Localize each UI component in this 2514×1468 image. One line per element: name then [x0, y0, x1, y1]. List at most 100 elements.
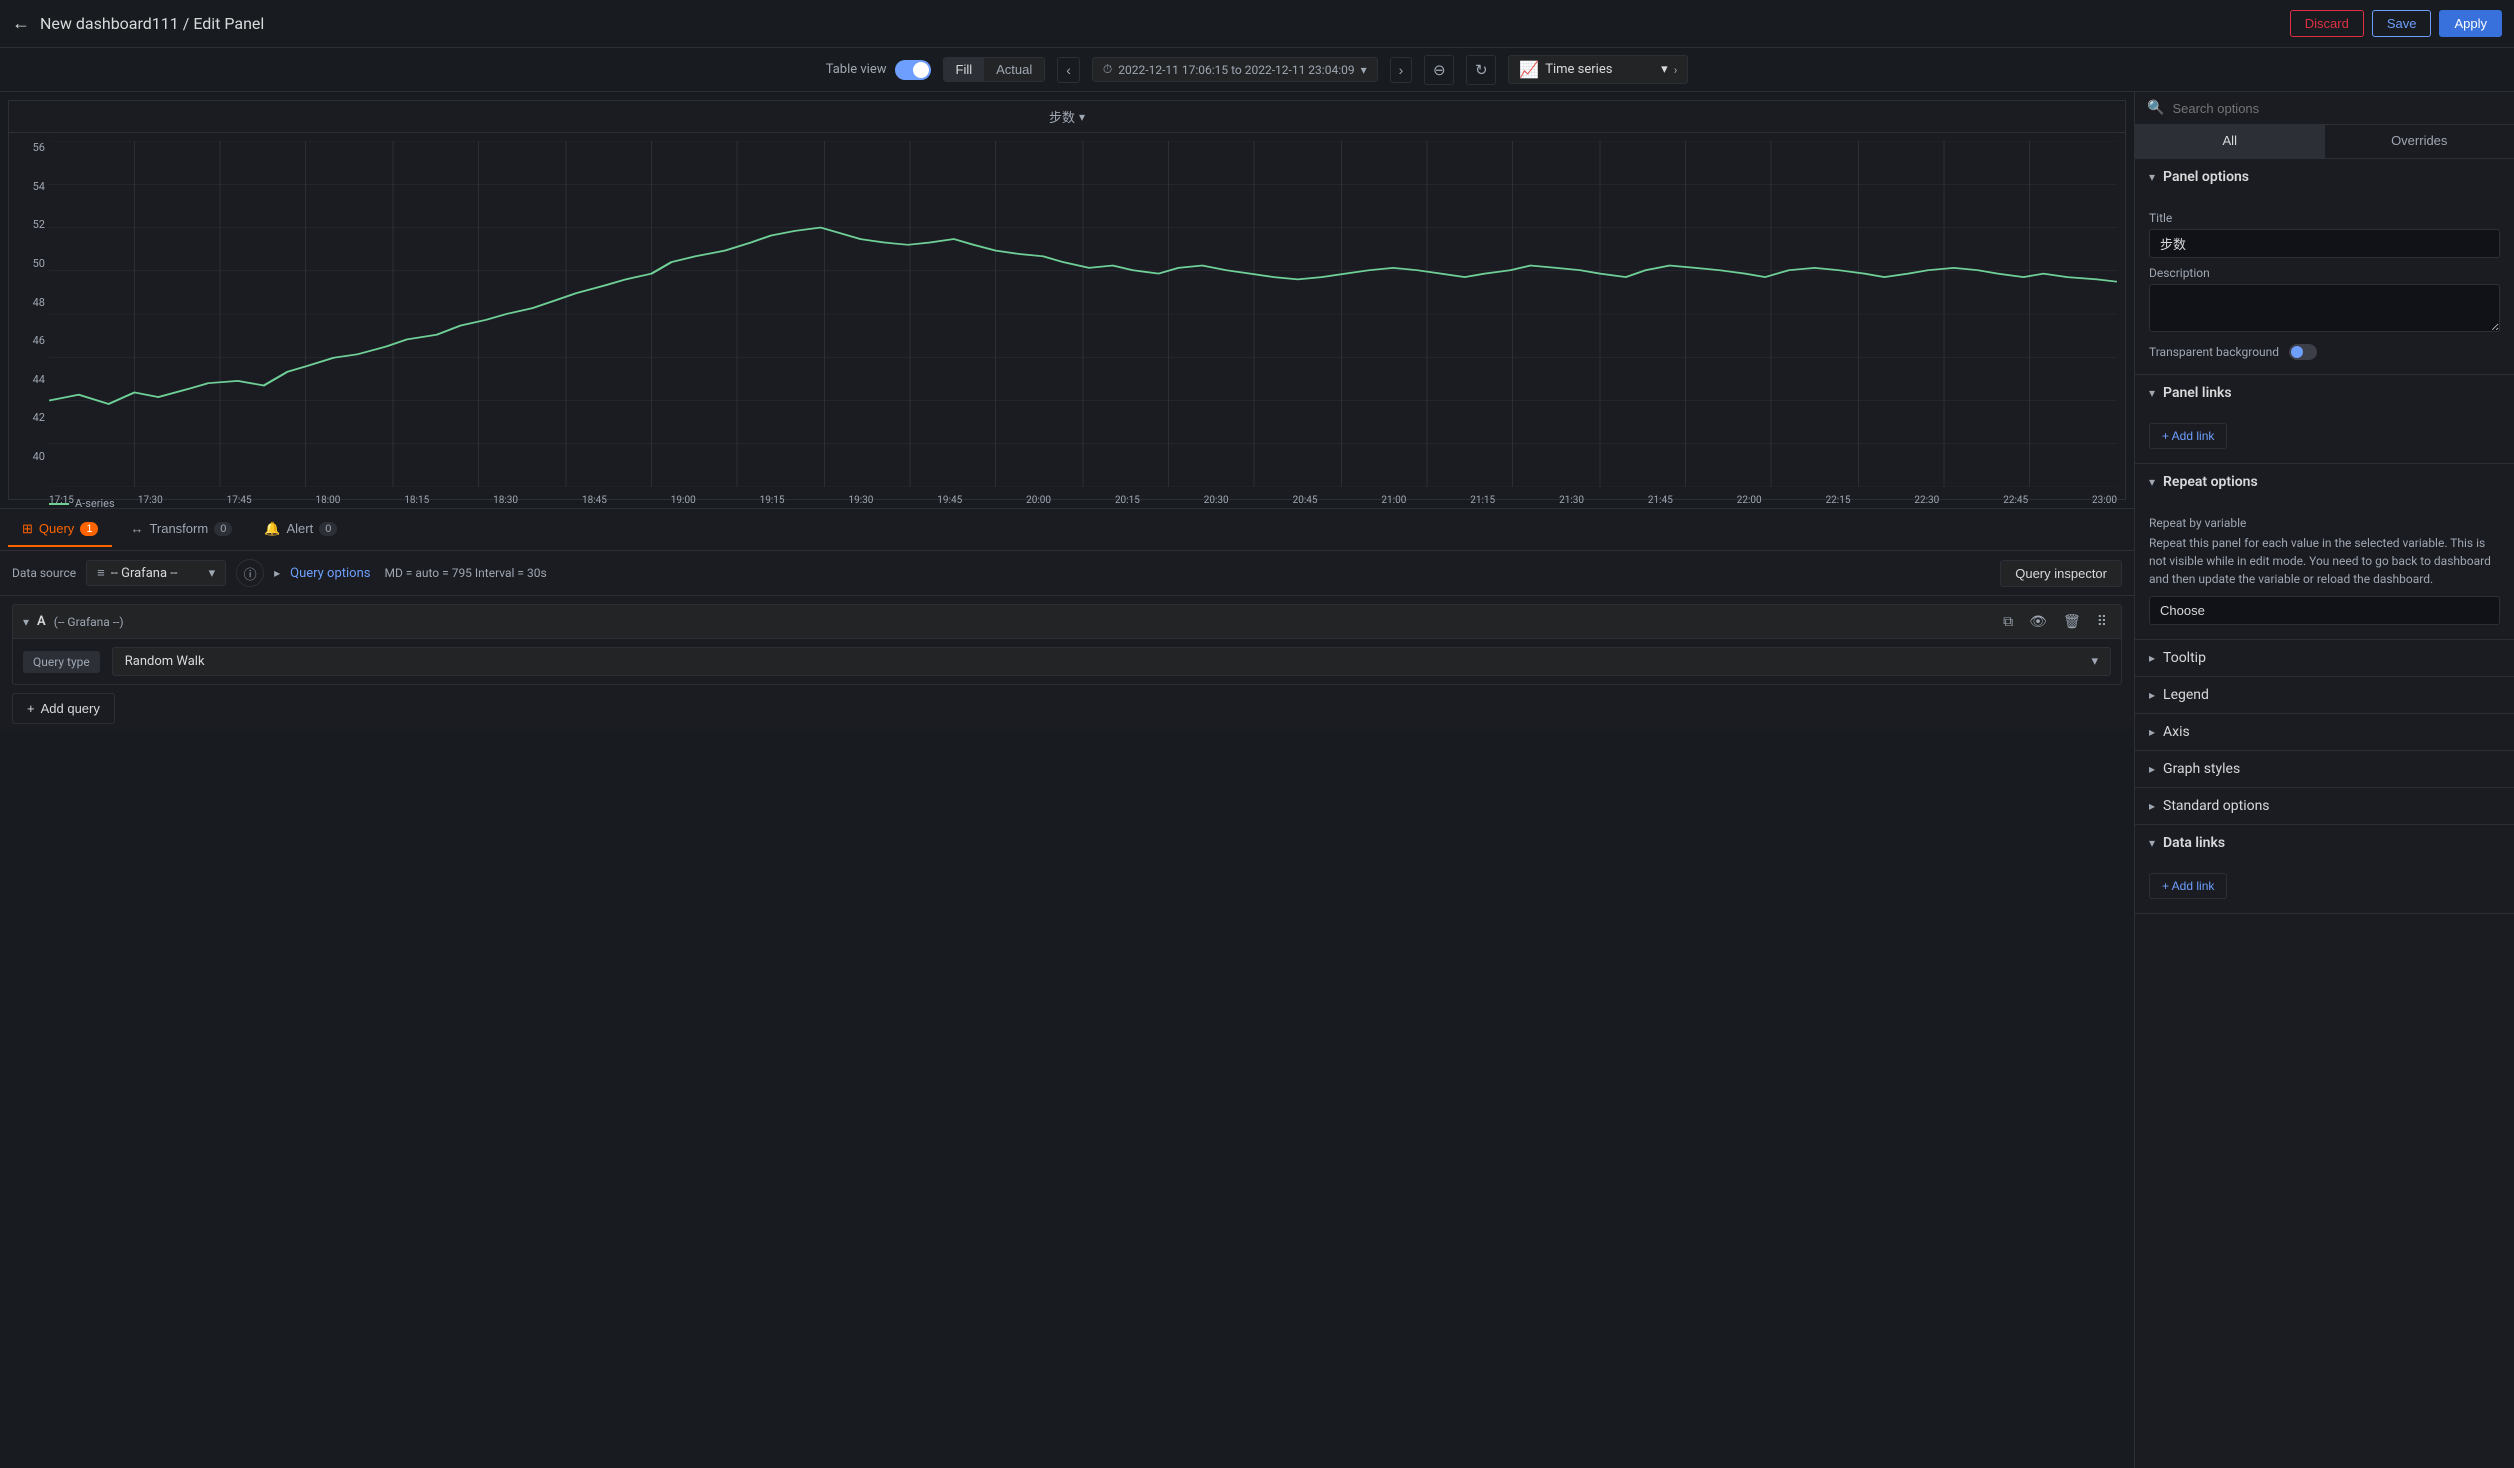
title-input[interactable] [2149, 229, 2500, 258]
fill-button[interactable]: Fill [944, 58, 985, 81]
drag-query-button[interactable]: ⠿ [2093, 611, 2111, 632]
tab-overrides[interactable]: Overrides [2325, 125, 2514, 158]
graph-styles-title: Graph styles [2163, 761, 2240, 777]
add-data-link-button[interactable]: + Add link [2149, 873, 2227, 899]
tab-all[interactable]: All [2135, 125, 2325, 158]
discard-button[interactable]: Discard [2290, 10, 2364, 37]
vis-chevron: ▾ [1661, 62, 1668, 77]
panel-all-overrides-tabs: All Overrides [2135, 125, 2514, 159]
save-button[interactable]: Save [2372, 10, 2432, 37]
refresh-button[interactable]: ↻ [1466, 55, 1496, 85]
data-links-chevron [2149, 836, 2155, 850]
delete-query-button[interactable]: 🗑 [2059, 611, 2085, 632]
repeat-by-label: Repeat by variable [2149, 516, 2500, 530]
datasource-info-button[interactable]: ⓘ [236, 559, 264, 587]
topbar-actions: Discard Save Apply [2290, 10, 2502, 37]
zoom-out-button[interactable]: ⊖ [1424, 55, 1454, 85]
panel-title-bar: 步数 ▾ [9, 101, 2125, 133]
standard-options-title: Standard options [2163, 798, 2270, 814]
tab-alert[interactable]: 🔔 Alert 0 [250, 513, 351, 547]
search-options-input[interactable] [2172, 101, 2502, 116]
table-view-toggle[interactable] [895, 60, 931, 80]
data-links-section: Data links + Add link [2135, 825, 2514, 914]
standard-options-section[interactable]: Standard options [2135, 788, 2514, 825]
vis-label: Time series [1545, 62, 1612, 77]
transparent-toggle-thumb [2291, 346, 2303, 358]
panel-options-chevron [2149, 170, 2155, 184]
topbar-left: ← New dashboard111 / Edit Panel [12, 13, 264, 34]
repeat-options-header[interactable]: Repeat options [2135, 464, 2514, 500]
transparent-toggle[interactable] [2289, 344, 2317, 360]
table-view-label: Table view [826, 62, 887, 77]
repeat-variable-select[interactable]: Choose [2149, 596, 2500, 625]
axis-chevron [2149, 725, 2155, 739]
transform-tab-badge: 0 [214, 522, 232, 536]
tooltip-chevron [2149, 651, 2155, 665]
add-query-label: Add query [41, 701, 100, 716]
clock-icon: ⏱ [1103, 62, 1112, 77]
datasource-select[interactable]: ≡ -- Grafana -- ▾ [86, 560, 226, 586]
ds-icon: ≡ [97, 565, 105, 581]
query-type-select[interactable]: Random Walk ▾ [112, 647, 2111, 676]
add-link-button[interactable]: + Add link [2149, 423, 2227, 449]
panel-title-arrow[interactable]: ▾ [1079, 110, 1085, 124]
title-field-label: Title [2149, 211, 2500, 225]
panel-preview: 步数 ▾ 56 54 52 50 48 46 44 42 40 [8, 100, 2126, 500]
data-links-header[interactable]: Data links [2135, 825, 2514, 861]
legend-chevron [2149, 688, 2155, 702]
tab-query[interactable]: ⊞ Query 1 [8, 513, 112, 547]
query-row-toggle[interactable]: ▾ [23, 615, 29, 629]
legend-section[interactable]: Legend [2135, 677, 2514, 714]
time-range-picker[interactable]: ⏱ 2022-12-11 17:06:15 to 2022-12-11 23:0… [1092, 57, 1378, 82]
repeat-options-section: Repeat options Repeat by variable Repeat… [2135, 464, 2514, 640]
vis-arrow-right: › [1674, 63, 1678, 77]
time-prev-button[interactable]: ‹ [1057, 57, 1080, 83]
query-section: ⊞ Query 1 ↔ Transform 0 🔔 Alert 0 Data s… [0, 508, 2134, 732]
query-tab-badge: 1 [80, 522, 98, 536]
panel-options-title: Panel options [2163, 169, 2249, 185]
time-range-chevron: ▾ [1361, 63, 1367, 77]
ds-name: -- Grafana -- [111, 566, 178, 581]
panel-links-header[interactable]: Panel links [2135, 375, 2514, 411]
panel-links-body: + Add link [2135, 411, 2514, 463]
query-tabs: ⊞ Query 1 ↔ Transform 0 🔔 Alert 0 [0, 509, 2134, 551]
panel-options-body: Title Description Transparent background [2135, 195, 2514, 374]
search-options-bar: 🔍 [2135, 92, 2514, 125]
toolbar: Table view Fill Actual ‹ ⏱ 2022-12-11 17… [0, 48, 2514, 92]
panel-links-section: Panel links + Add link [2135, 375, 2514, 464]
query-row-a: ▾ A (-- Grafana --) ⧉ 👁 🗑 ⠿ Query type R… [12, 604, 2122, 685]
datasource-label: Data source [12, 566, 76, 580]
fill-actual-group: Fill Actual [943, 57, 1046, 82]
axis-section[interactable]: Axis [2135, 714, 2514, 751]
alert-tab-label: Alert [287, 521, 314, 536]
query-type-value: Random Walk [125, 654, 205, 669]
tooltip-section[interactable]: Tooltip [2135, 640, 2514, 677]
legend-title: Legend [2163, 687, 2209, 703]
apply-button[interactable]: Apply [2439, 10, 2502, 37]
query-inspector-button[interactable]: Query inspector [2000, 560, 2122, 587]
query-options-link[interactable]: Query options [290, 566, 370, 581]
search-icon: 🔍 [2147, 100, 2164, 116]
axis-title: Axis [2163, 724, 2190, 740]
time-next-button[interactable]: › [1390, 57, 1413, 83]
description-textarea[interactable] [2149, 284, 2500, 332]
tab-transform[interactable]: ↔ Transform 0 [116, 513, 246, 546]
transparent-label: Transparent background [2149, 345, 2279, 359]
visualization-selector[interactable]: 📈 Time series ▾ › [1508, 55, 1688, 84]
query-row-body: Query type Random Walk ▾ [13, 639, 2121, 684]
repeat-options-body: Repeat by variable Repeat this panel for… [2135, 500, 2514, 639]
transform-tab-icon: ↔ [130, 521, 143, 536]
back-button[interactable]: ← [12, 13, 30, 34]
query-row-ds: (-- Grafana --) [54, 615, 124, 629]
topbar: ← New dashboard111 / Edit Panel Discard … [0, 0, 2514, 48]
actual-button[interactable]: Actual [984, 58, 1044, 81]
vis-icon: 📈 [1519, 60, 1539, 79]
graph-styles-section[interactable]: Graph styles [2135, 751, 2514, 788]
toggle-query-button[interactable]: 👁 [2025, 611, 2051, 632]
panel-title: 步数 [1049, 107, 1075, 126]
desc-field-label: Description [2149, 266, 2500, 280]
repeat-options-title: Repeat options [2163, 474, 2258, 490]
add-query-button[interactable]: + Add query [12, 693, 115, 724]
copy-query-button[interactable]: ⧉ [1999, 611, 2017, 632]
panel-options-header[interactable]: Panel options [2135, 159, 2514, 195]
